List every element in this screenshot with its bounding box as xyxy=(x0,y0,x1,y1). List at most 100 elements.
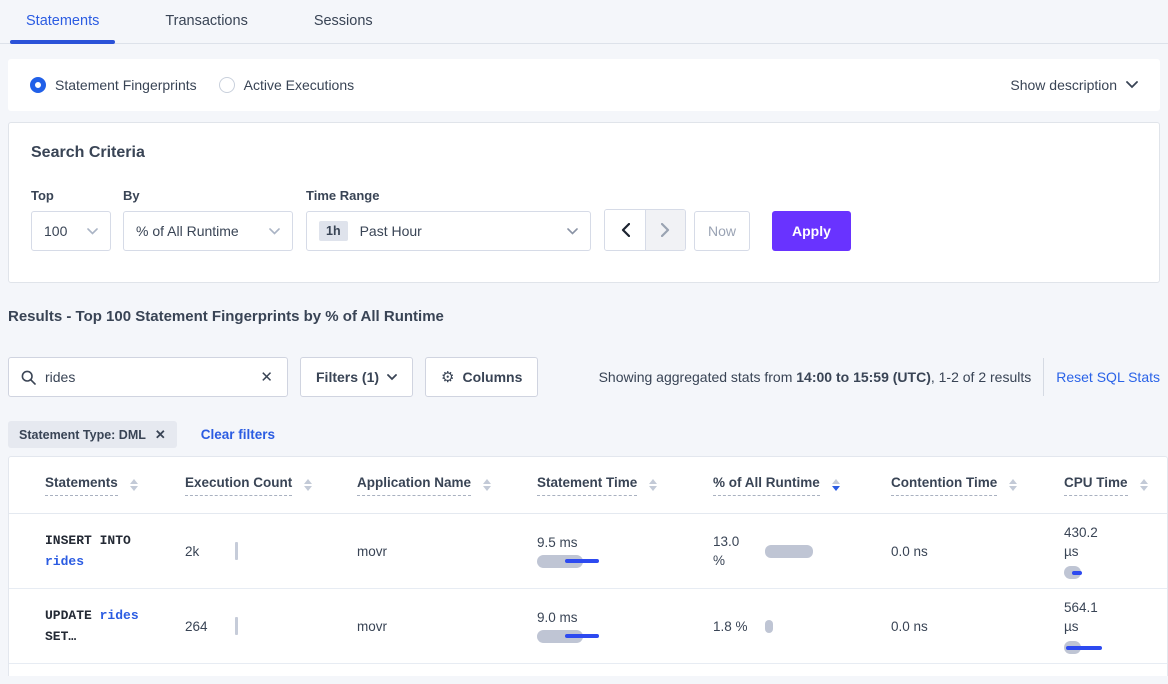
column-header-execution-count[interactable]: Execution Count xyxy=(185,475,357,496)
column-header-contention-time[interactable]: Contention Time xyxy=(891,475,1064,496)
filters-button[interactable]: Filters (1) xyxy=(300,357,413,397)
sql-text: SET… xyxy=(45,629,76,644)
cpu-time-cell: 564.1 µs xyxy=(1064,598,1168,654)
columns-button-label: Columns xyxy=(462,369,522,385)
filter-chip-statement-type[interactable]: Statement Type: DML ✕ xyxy=(8,421,177,448)
column-header-label: Execution Count xyxy=(185,475,292,496)
stats-prefix: Showing aggregated stats from xyxy=(599,369,797,385)
chevron-down-icon xyxy=(387,374,397,381)
previous-time-button[interactable] xyxy=(605,210,645,250)
column-header-label: CPU Time xyxy=(1064,475,1128,496)
search-box[interactable]: ✕ xyxy=(8,357,288,397)
cpu-time-value: 564.1 µs xyxy=(1064,598,1110,636)
sort-icon[interactable] xyxy=(304,479,312,491)
time-range-field: Time Range 1h Past Hour xyxy=(293,188,591,251)
results-controls-row: ✕ Filters (1) ⚙ Columns Showing aggregat… xyxy=(8,357,1160,397)
column-header-label: Application Name xyxy=(357,475,471,496)
statement-link[interactable]: rides xyxy=(100,608,139,623)
search-input[interactable] xyxy=(45,369,258,385)
execution-count-value: 264 xyxy=(185,619,208,634)
column-header-application-name[interactable]: Application Name xyxy=(357,475,537,496)
clear-filters-link[interactable]: Clear filters xyxy=(201,427,275,442)
execution-count-bar xyxy=(235,542,238,560)
filter-chip-label: Statement Type: DML xyxy=(19,428,146,442)
cpu-time-bar xyxy=(1064,641,1168,654)
table-row: INSERT INTO rides 2k movr 9.5 ms 13.0 % … xyxy=(9,514,1167,589)
chevron-down-icon xyxy=(567,228,578,235)
radio-statement-fingerprints[interactable]: Statement Fingerprints xyxy=(30,77,197,93)
column-header-label: Contention Time xyxy=(891,475,997,496)
column-header-label: Statements xyxy=(45,475,118,496)
time-range-select[interactable]: 1h Past Hour xyxy=(306,211,591,251)
tab-sessions[interactable]: Sessions xyxy=(298,0,389,43)
column-header-statements[interactable]: Statements xyxy=(45,475,185,496)
stats-time-range: 14:00 to 15:59 (UTC) xyxy=(796,369,931,385)
runtime-pct-value: 13.0 % xyxy=(713,532,753,570)
by-select-value: % of All Runtime xyxy=(136,223,239,239)
aggregated-stats-note: Showing aggregated stats from 14:00 to 1… xyxy=(599,369,1032,385)
radio-active-executions-label: Active Executions xyxy=(244,77,355,93)
statement-link[interactable]: rides xyxy=(45,554,84,569)
by-label: By xyxy=(123,188,293,203)
show-description-toggle[interactable]: Show description xyxy=(1010,77,1138,93)
vertical-divider xyxy=(1043,358,1044,396)
statement-time-value: 9.0 ms xyxy=(537,610,713,625)
statement-time-cell: 9.5 ms xyxy=(537,535,713,568)
tab-transactions[interactable]: Transactions xyxy=(149,0,263,43)
contention-time-cell: 0.0 ns xyxy=(891,619,1064,634)
statement-time-bar xyxy=(537,630,713,643)
sort-icon[interactable] xyxy=(1140,479,1148,491)
statements-table: Statements Execution Count Application N… xyxy=(8,456,1168,676)
execution-count-cell: 2k xyxy=(185,544,357,559)
now-button[interactable]: Now xyxy=(694,211,750,251)
by-field: By % of All Runtime xyxy=(111,188,293,251)
columns-button[interactable]: ⚙ Columns xyxy=(425,357,538,397)
remove-filter-icon[interactable]: ✕ xyxy=(155,427,166,443)
search-criteria-card: Search Criteria Top 100 By % of All Runt… xyxy=(8,122,1160,283)
radio-statement-fingerprints-label: Statement Fingerprints xyxy=(55,77,197,93)
cpu-time-bar xyxy=(1064,566,1168,579)
column-header-cpu-time[interactable]: CPU Time xyxy=(1064,475,1168,496)
statement-time-cell: 9.0 ms xyxy=(537,610,713,643)
sort-icon[interactable] xyxy=(1009,479,1017,491)
radio-selected-icon[interactable] xyxy=(30,77,46,93)
by-select[interactable]: % of All Runtime xyxy=(123,211,293,251)
time-nav-group xyxy=(604,209,686,251)
clear-search-icon[interactable]: ✕ xyxy=(258,368,275,386)
chevron-down-icon xyxy=(269,228,280,235)
column-header-statement-time[interactable]: Statement Time xyxy=(537,475,713,496)
gear-icon: ⚙ xyxy=(441,368,454,386)
radio-active-executions[interactable]: Active Executions xyxy=(219,77,355,93)
statement-time-value: 9.5 ms xyxy=(537,535,713,550)
stats-suffix: , 1-2 of 2 results xyxy=(931,369,1031,385)
apply-button[interactable]: Apply xyxy=(772,211,851,251)
cpu-time-cell: 430.2 µs xyxy=(1064,523,1168,579)
sort-icon-active[interactable] xyxy=(832,479,840,491)
top-select[interactable]: 100 xyxy=(31,211,111,251)
filters-button-label: Filters (1) xyxy=(316,369,379,385)
time-range-value: Past Hour xyxy=(360,223,422,239)
column-header-runtime-pct[interactable]: % of All Runtime xyxy=(713,475,891,496)
reset-sql-stats-link[interactable]: Reset SQL Stats xyxy=(1056,369,1160,385)
sort-icon[interactable] xyxy=(649,479,657,491)
radio-unselected-icon[interactable] xyxy=(219,77,235,93)
tab-statements[interactable]: Statements xyxy=(10,0,115,43)
sort-icon[interactable] xyxy=(130,479,138,491)
statement-time-bar xyxy=(537,555,713,568)
contention-time-cell: 0.0 ns xyxy=(891,544,1064,559)
table-row: UPDATE rides SET… 264 movr 9.0 ms 1.8 % … xyxy=(9,589,1167,664)
top-select-value: 100 xyxy=(44,223,67,239)
runtime-pct-value: 1.8 % xyxy=(713,617,753,636)
active-filters-row: Statement Type: DML ✕ Clear filters xyxy=(8,421,1160,448)
chevron-down-icon xyxy=(1126,81,1138,89)
search-criteria-form: Top 100 By % of All Runtime Time Range 1… xyxy=(31,188,1137,251)
top-field: Top 100 xyxy=(31,188,111,251)
sort-icon[interactable] xyxy=(483,479,491,491)
application-name-cell: movr xyxy=(357,619,537,634)
runtime-pct-cell: 1.8 % xyxy=(713,617,891,636)
next-time-button[interactable] xyxy=(645,210,685,250)
chevron-down-icon xyxy=(87,228,98,235)
execution-count-bar xyxy=(235,617,238,635)
execution-count-cell: 264 xyxy=(185,619,357,634)
time-range-label: Time Range xyxy=(306,188,591,203)
